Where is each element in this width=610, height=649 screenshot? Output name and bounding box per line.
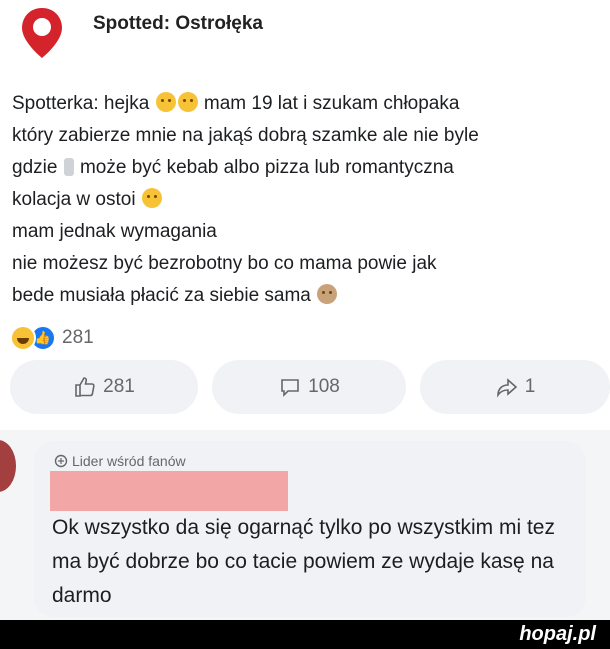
watermark-logo: hopaj.pl <box>519 623 596 645</box>
smile-emoji-icon <box>177 92 198 112</box>
location-pin-icon <box>22 8 62 58</box>
comment-bubble-icon <box>281 379 299 397</box>
top-fan-badge: Lider wśród fanów <box>54 453 186 469</box>
share-button[interactable]: 1 <box>420 360 610 414</box>
reactions-count: 281 <box>62 327 94 348</box>
reactions-summary[interactable]: 👍 281 <box>10 323 94 353</box>
see-no-evil-monkey-icon <box>317 284 338 304</box>
top-fan-icon <box>54 454 68 468</box>
comment-button[interactable]: 108 <box>212 360 406 414</box>
watermark-bar: hopaj.pl <box>0 620 610 649</box>
like-button[interactable]: 281 <box>10 360 198 414</box>
share-arrow-icon <box>496 378 517 398</box>
comment-count: 108 <box>308 376 340 397</box>
wink-kiss-emoji-icon <box>141 188 162 208</box>
haha-reaction-icon <box>10 325 36 351</box>
smile-emoji-icon <box>155 92 176 112</box>
missing-glyph-icon <box>63 158 74 176</box>
page-title[interactable]: Spotted: Ostrołęka <box>93 13 263 35</box>
comment-bubble: Lider wśród fanów Ok wszystko da się oga… <box>34 441 586 617</box>
share-count: 1 <box>524 376 536 397</box>
thumbs-up-icon <box>75 377 95 397</box>
post-text: Spotterka: hejka mam 19 lat i szukam chł… <box>12 92 479 306</box>
redacted-name <box>50 471 288 511</box>
like-count: 281 <box>103 376 135 397</box>
comment-text: Ok wszystko da się ogarnąć tylko po wszy… <box>52 516 555 607</box>
post-card: Spotted: Ostrołęka Spotterka: hejka mam … <box>0 0 610 430</box>
commenter-avatar[interactable] <box>0 440 16 492</box>
